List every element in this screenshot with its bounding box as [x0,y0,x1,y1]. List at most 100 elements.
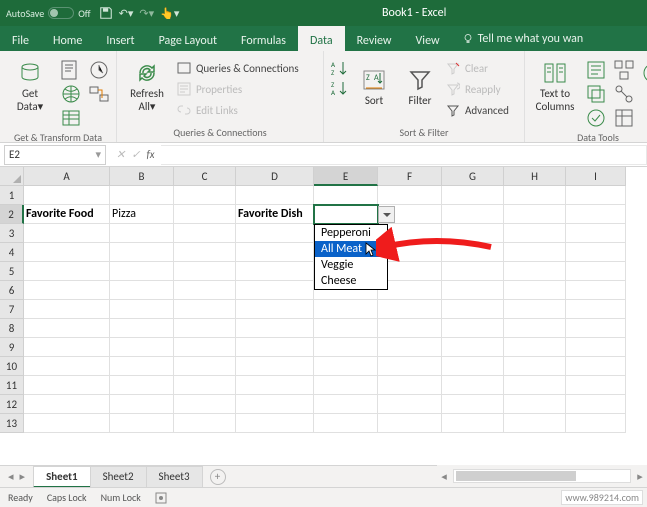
cell[interactable]: Favorite Dish [236,205,314,224]
reapply-button[interactable]: Reapply [446,80,518,98]
cell[interactable] [566,186,626,205]
column-header[interactable]: F [378,167,442,186]
cell[interactable] [110,281,174,300]
cell[interactable] [236,281,314,300]
name-box[interactable]: E2 ▾ [4,145,106,165]
tab-file[interactable]: File [0,26,41,51]
refresh-all-button[interactable]: Refresh All▾ [123,55,171,119]
from-table-icon[interactable] [60,107,82,129]
remove-duplicates-icon[interactable] [585,83,607,105]
cell[interactable] [174,395,236,414]
row-header[interactable]: 8 [0,319,24,338]
cell[interactable] [566,395,626,414]
cell[interactable] [378,300,442,319]
column-header[interactable]: D [236,167,314,186]
undo-icon[interactable]: ↶▾ [119,7,134,20]
formula-input[interactable] [161,145,647,165]
row-header[interactable]: 1 [0,186,24,205]
cell[interactable]: Pizza [110,205,174,224]
cell[interactable] [504,414,566,433]
edit-links-button[interactable]: Edit Links [177,101,317,119]
enter-formula-icon[interactable]: ✓ [131,148,140,161]
cell[interactable] [442,319,504,338]
cell[interactable] [442,300,504,319]
sort-button[interactable]: ZA Sort [354,55,394,119]
cell[interactable] [504,338,566,357]
existing-connections-icon[interactable] [88,83,110,105]
redo-icon[interactable]: ↷▾ [139,7,154,20]
cell[interactable] [378,186,442,205]
clear-button[interactable]: Clear [446,59,518,77]
row-header[interactable]: 6 [0,281,24,300]
cell[interactable] [174,224,236,243]
flash-fill-icon[interactable] [585,59,607,81]
cell[interactable] [378,414,442,433]
cell[interactable] [236,414,314,433]
cell[interactable] [504,357,566,376]
what-if-button[interactable]: ? W An [641,55,647,119]
tell-me[interactable]: Tell me what you wan [462,26,584,51]
row-header[interactable]: 2 [0,205,24,224]
cell[interactable] [24,376,110,395]
cell[interactable]: Favorite Food [24,205,110,224]
cell[interactable] [236,243,314,262]
consolidate-icon[interactable] [613,59,635,81]
cell[interactable] [378,376,442,395]
cell[interactable] [442,338,504,357]
cell[interactable] [236,395,314,414]
cell[interactable] [174,300,236,319]
fx-icon[interactable]: fx [146,148,154,161]
cell[interactable] [504,186,566,205]
cell[interactable] [236,357,314,376]
sheet-tab[interactable]: Sheet1 [33,466,91,488]
cell[interactable] [24,224,110,243]
cell[interactable] [174,414,236,433]
sort-za-icon[interactable]: ZA [330,79,348,97]
cell[interactable] [110,186,174,205]
cell[interactable] [314,338,378,357]
cell[interactable] [24,395,110,414]
cell[interactable] [24,357,110,376]
save-icon[interactable] [99,6,113,20]
touch-mode-icon[interactable]: 👆▾ [160,7,179,20]
row-header[interactable]: 11 [0,376,24,395]
cell[interactable] [442,357,504,376]
column-header[interactable]: I [566,167,626,186]
tab-home[interactable]: Home [41,26,94,51]
cell[interactable] [236,300,314,319]
cell[interactable] [24,300,110,319]
row-header[interactable]: 3 [0,224,24,243]
cell[interactable] [110,243,174,262]
column-header[interactable]: E [314,167,378,186]
tab-data[interactable]: Data [298,26,345,51]
from-text-icon[interactable] [60,59,82,81]
column-header[interactable]: C [174,167,236,186]
cell[interactable] [566,300,626,319]
cell[interactable] [314,205,378,224]
queries-connections-button[interactable]: Queries & Connections [177,59,317,77]
select-all-button[interactable] [0,167,24,186]
dropdown-item[interactable]: Cheese [315,273,387,289]
cell[interactable] [566,262,626,281]
cell[interactable] [110,395,174,414]
cell[interactable] [236,186,314,205]
cell[interactable] [174,186,236,205]
cell[interactable] [236,338,314,357]
relationships-icon[interactable] [613,83,635,105]
cell[interactable] [566,224,626,243]
toggle-off-icon[interactable] [48,7,74,19]
cell[interactable] [110,224,174,243]
cell[interactable] [174,243,236,262]
cell[interactable] [442,205,504,224]
cell[interactable] [314,414,378,433]
cell[interactable] [174,205,236,224]
sheet-tab[interactable]: Sheet2 [90,466,147,488]
cell[interactable] [236,262,314,281]
cell[interactable] [566,338,626,357]
cell[interactable] [504,262,566,281]
cell[interactable] [110,300,174,319]
cell[interactable] [378,338,442,357]
cell[interactable] [174,319,236,338]
cell[interactable] [442,395,504,414]
cell[interactable] [236,319,314,338]
